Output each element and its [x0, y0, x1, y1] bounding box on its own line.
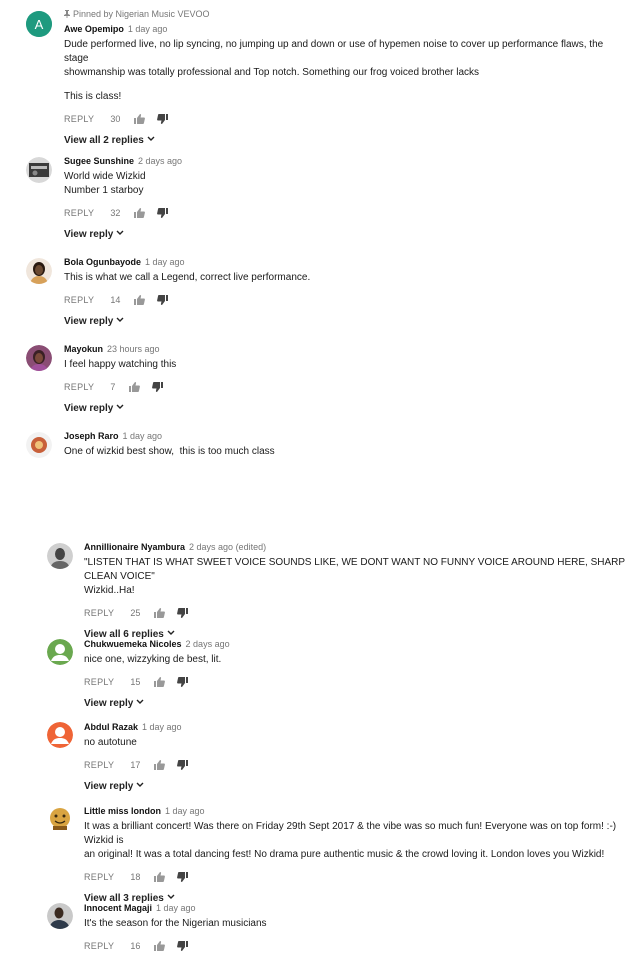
comment-text: Dude performed live, no lip syncing, no … [64, 39, 606, 102]
author-name[interactable]: Joseph Raro [64, 431, 119, 441]
view-replies-link[interactable]: View reply [84, 697, 626, 710]
comment-text: "LISTEN THAT IS WHAT SWEET VOICE SOUNDS … [84, 557, 628, 596]
comment-text: nice one, wizzyking de best, lit. [84, 654, 222, 665]
pin-icon [64, 10, 70, 18]
thumbs-down-icon[interactable] [157, 114, 169, 124]
reply-button[interactable]: REPLY [64, 208, 94, 218]
pinned-label: Pinned by Nigerian Music VEVOO [64, 8, 626, 20]
avatar[interactable] [26, 432, 52, 458]
comment-time[interactable]: 1 day ago [123, 431, 163, 441]
avatar[interactable] [47, 543, 73, 569]
chevron-down-icon [167, 894, 175, 899]
chevron-down-icon [116, 317, 124, 322]
thumbs-down-icon[interactable] [177, 941, 189, 951]
reply-button[interactable]: REPLY [84, 608, 114, 618]
avatar[interactable] [26, 157, 52, 183]
comment-text: no autotune [84, 737, 137, 748]
comment-text: This is what we call a Legend, correct l… [64, 272, 311, 283]
author-name[interactable]: Chukwuemeka Nicoles [84, 639, 182, 649]
like-count: 18 [130, 872, 141, 882]
thumbs-up-icon[interactable] [134, 114, 146, 124]
view-replies-link[interactable]: View reply [84, 780, 626, 793]
like-count: 32 [110, 208, 121, 218]
like-count: 14 [110, 295, 121, 305]
author-name[interactable]: Annillionaire Nyambura [84, 542, 185, 552]
comment-text: World wide Wizkid Number 1 starboy [64, 171, 146, 196]
author-name[interactable]: Innocent Magaji [84, 903, 152, 913]
comment-text: I feel happy watching this [64, 359, 177, 370]
thumbs-down-icon[interactable] [152, 382, 164, 392]
avatar[interactable] [47, 639, 73, 665]
chevron-down-icon [136, 699, 144, 704]
reply-button[interactable]: REPLY [64, 114, 94, 124]
avatar[interactable] [26, 258, 52, 284]
comment-time[interactable]: 1 day ago [142, 722, 182, 732]
reply-button[interactable]: REPLY [84, 760, 114, 770]
author-name[interactable]: Awe Opemipo [64, 24, 124, 34]
chevron-down-icon [147, 136, 155, 141]
avatar[interactable] [47, 806, 73, 832]
comment-time[interactable]: 1 day ago [165, 806, 205, 816]
chevron-down-icon [116, 404, 124, 409]
thumbs-down-icon[interactable] [177, 608, 189, 618]
view-replies-link[interactable]: View reply [64, 402, 626, 415]
reply-button[interactable]: REPLY [84, 677, 114, 687]
chevron-down-icon [167, 630, 175, 635]
view-replies-link[interactable]: View all 2 replies [64, 134, 626, 147]
comment-text: It was a brilliant concert! Was there on… [84, 821, 619, 860]
thumbs-down-icon[interactable] [177, 872, 189, 882]
comment-text: It's the season for the Nigerian musicia… [84, 918, 267, 929]
thumbs-up-icon[interactable] [154, 677, 166, 687]
thumbs-up-icon[interactable] [129, 382, 141, 392]
thumbs-up-icon[interactable] [154, 872, 166, 882]
comment-time[interactable]: 23 hours ago [107, 344, 160, 354]
chevron-down-icon [136, 782, 144, 787]
chevron-down-icon [116, 230, 124, 235]
avatar[interactable]: A [26, 11, 52, 37]
comment-time[interactable]: 1 day ago [145, 257, 185, 267]
thumbs-down-icon[interactable] [177, 760, 189, 770]
like-count: 7 [110, 382, 116, 392]
author-name[interactable]: Bola Ogunbayode [64, 257, 141, 267]
comment-time[interactable]: 1 day ago [156, 903, 196, 913]
author-name[interactable]: Little miss london [84, 806, 161, 816]
view-replies-link[interactable]: View reply [64, 228, 626, 241]
comment-time[interactable]: 2 days ago [138, 156, 182, 166]
author-name[interactable]: Mayokun [64, 344, 103, 354]
avatar[interactable] [26, 345, 52, 371]
thumbs-down-icon[interactable] [177, 677, 189, 687]
avatar[interactable] [47, 903, 73, 929]
avatar[interactable] [47, 722, 73, 748]
comments-screenshot: A Pinned by Nigerian Music VEVOO Awe Ope… [0, 0, 640, 973]
thumbs-up-icon[interactable] [154, 941, 166, 951]
comment-time[interactable]: 2 days ago (edited) [189, 542, 266, 552]
author-name[interactable]: Abdul Razak [84, 722, 138, 732]
thumbs-up-icon[interactable] [134, 295, 146, 305]
thumbs-up-icon[interactable] [154, 608, 166, 618]
svg-text:A: A [35, 17, 44, 32]
comment-time[interactable]: 1 day ago [128, 24, 168, 34]
author-name[interactable]: Sugee Sunshine [64, 156, 134, 166]
comment-text: One of wizkid best show, this is too muc… [64, 446, 275, 457]
reply-button[interactable]: REPLY [64, 295, 94, 305]
like-count: 25 [130, 608, 141, 618]
reply-button[interactable]: REPLY [84, 941, 114, 951]
like-count: 17 [130, 760, 141, 770]
view-replies-link[interactable]: View reply [64, 315, 626, 328]
like-count: 30 [110, 114, 121, 124]
reply-button[interactable]: REPLY [64, 382, 94, 392]
comment-time[interactable]: 2 days ago [186, 639, 230, 649]
like-count: 15 [130, 677, 141, 687]
thumbs-up-icon[interactable] [154, 760, 166, 770]
reply-button[interactable]: REPLY [84, 872, 114, 882]
like-count: 16 [130, 941, 141, 951]
thumbs-down-icon[interactable] [157, 208, 169, 218]
thumbs-up-icon[interactable] [134, 208, 146, 218]
thumbs-down-icon[interactable] [157, 295, 169, 305]
